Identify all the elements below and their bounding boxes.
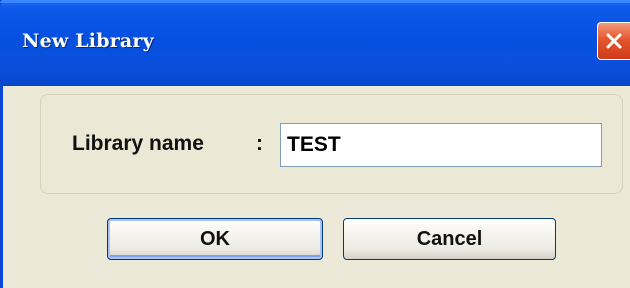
ok-button[interactable]: OK [107,218,323,260]
close-button[interactable] [597,22,630,60]
dialog-title: New Library [22,30,154,52]
cancel-button[interactable]: Cancel [343,218,556,260]
close-icon [606,33,622,49]
label-separator: : [256,132,263,155]
library-name-label: Library name [72,132,204,155]
title-bar-highlight [0,0,630,3]
new-library-dialog: New Library Library name : OK Cancel [0,0,630,288]
dialog-body: Library name : OK Cancel [0,86,630,288]
title-bar[interactable]: New Library [0,0,630,86]
library-name-input[interactable] [280,123,602,167]
